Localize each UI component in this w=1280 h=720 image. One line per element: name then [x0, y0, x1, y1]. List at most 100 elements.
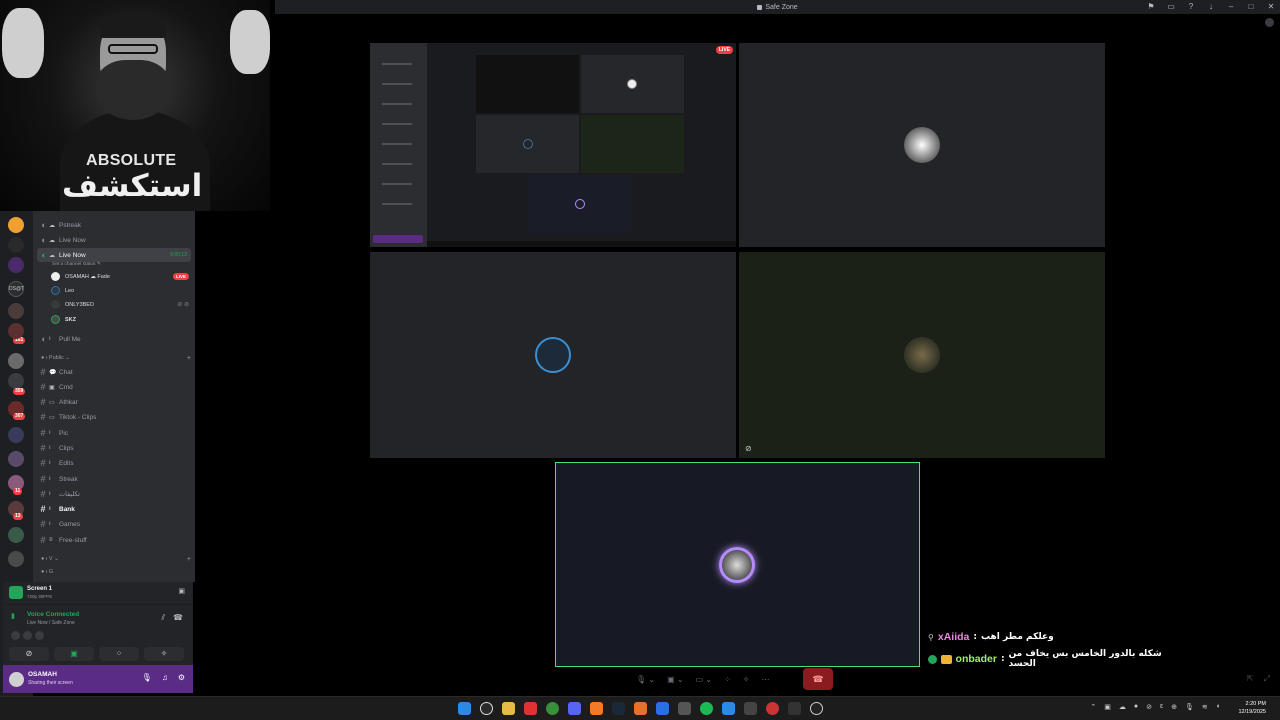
- more-icon[interactable]: ⋯: [761, 675, 769, 684]
- media-app-icon[interactable]: [524, 702, 537, 715]
- tray-app-icon[interactable]: ▣: [1104, 703, 1111, 711]
- app-icon[interactable]: [744, 702, 757, 715]
- spotify-icon[interactable]: [700, 702, 713, 715]
- app-icon[interactable]: [656, 702, 669, 715]
- soundboard-icon[interactable]: ✧: [743, 675, 750, 684]
- mic-icon[interactable]: 🎙: [142, 673, 152, 682]
- text-channel[interactable]: # ı Pic: [37, 426, 191, 440]
- screen-share-icon[interactable]: ▭ ⌄: [696, 675, 712, 684]
- voice-channel-live-now-1[interactable]: ◖ ☁ Live Now: [37, 233, 191, 247]
- voice-status[interactable]: Voice Connected: [27, 611, 79, 618]
- participant-tile[interactable]: [739, 43, 1105, 247]
- category-g[interactable]: ● ı G: [41, 569, 191, 575]
- tray-app-icon[interactable]: ☁: [1119, 703, 1126, 711]
- noise-suppression-icon[interactable]: ⫽: [161, 613, 165, 623]
- voice-channel-pull-me[interactable]: ◖ ı Pull Me: [37, 332, 191, 346]
- app-icon[interactable]: [788, 702, 801, 715]
- add-channel-icon[interactable]: +: [187, 355, 191, 362]
- text-channel[interactable]: # ▣ Cmd: [37, 380, 191, 394]
- download-icon[interactable]: ↓: [1206, 0, 1216, 14]
- voice-member[interactable]: SKZ: [51, 313, 189, 326]
- app-icon[interactable]: [722, 702, 735, 715]
- app-icon[interactable]: [810, 702, 823, 715]
- app-icon[interactable]: [590, 702, 603, 715]
- channel-status-prompt[interactable]: Set a channel status ✎: [52, 262, 101, 267]
- voice-member[interactable]: ONLY3BED ⊘ ⊘: [51, 298, 189, 311]
- minimize-icon[interactable]: –: [1226, 0, 1236, 14]
- search-icon[interactable]: [480, 702, 493, 715]
- discord-icon[interactable]: [568, 702, 581, 715]
- activity-icon[interactable]: [1265, 18, 1274, 27]
- chrome-icon[interactable]: [546, 702, 559, 715]
- server-icon-3[interactable]: [8, 257, 24, 273]
- text-channel[interactable]: # ▭ Tiktok - Clips: [37, 410, 191, 424]
- screen-settings-icon[interactable]: ▣: [178, 587, 185, 595]
- voice-location[interactable]: Live Now / Safe Zone: [27, 620, 75, 626]
- server-icon-1[interactable]: [8, 217, 24, 233]
- camera-off-button[interactable]: ⊘: [9, 647, 49, 661]
- volume-icon[interactable]: ◖: [1216, 703, 1220, 711]
- text-channel[interactable]: # 💬 Chat: [37, 365, 191, 379]
- server-icon-dsat[interactable]: DS@T: [8, 281, 24, 297]
- flag-icon[interactable]: ⚑: [1146, 0, 1156, 14]
- stream-tile-osamah[interactable]: LIVE: [370, 43, 736, 247]
- mic-icon[interactable]: 🎙: [1185, 703, 1194, 711]
- popout-icon[interactable]: ⇱: [1247, 674, 1254, 684]
- text-channel[interactable]: # ı تكليفات: [37, 487, 191, 501]
- windows-start-icon[interactable]: [458, 702, 471, 715]
- tray-app-icon[interactable]: ●: [1134, 703, 1138, 711]
- text-channel[interactable]: # ı Bank: [37, 502, 191, 516]
- gear-icon[interactable]: ⚙: [178, 673, 185, 682]
- network-icon[interactable]: ≋: [1202, 703, 1208, 711]
- tray-app-icon[interactable]: ⊘: [1146, 703, 1152, 711]
- system-clock[interactable]: 2:20 PM 12/19/2025: [1238, 700, 1266, 716]
- tray-app-icon[interactable]: ⊕: [1171, 703, 1177, 711]
- text-channel[interactable]: # ı Edits: [37, 456, 191, 470]
- disconnect-icon[interactable]: ☎: [173, 613, 183, 623]
- camera-icon[interactable]: ▣ ⌄: [667, 675, 683, 684]
- text-channel[interactable]: # ı Streak: [37, 472, 191, 486]
- server-icon-6[interactable]: [8, 323, 24, 339]
- text-channel[interactable]: # ı Clips: [37, 441, 191, 455]
- voice-member[interactable]: OSAMAH ☁ Fade LIVE: [51, 270, 189, 283]
- server-icon-5[interactable]: [8, 303, 24, 319]
- voice-member[interactable]: Leo: [51, 284, 189, 297]
- server-icon-10[interactable]: [8, 427, 24, 443]
- calculator-icon[interactable]: [678, 702, 691, 715]
- server-icon-2[interactable]: [8, 237, 24, 253]
- activities-button[interactable]: ⁘: [99, 647, 139, 661]
- server-icon-7[interactable]: [8, 353, 24, 369]
- fullscreen-icon[interactable]: ⤢: [1264, 674, 1270, 684]
- close-icon[interactable]: ✕: [1266, 0, 1276, 14]
- headphones-icon[interactable]: ♫: [162, 673, 168, 682]
- tray-app-icon[interactable]: ε: [1160, 703, 1163, 711]
- help-icon[interactable]: ?: [1186, 0, 1196, 14]
- text-channel[interactable]: # ≡ Free-stuff: [37, 533, 191, 547]
- steam-icon[interactable]: [612, 702, 625, 715]
- mic-icon[interactable]: 🎙 ⌄: [636, 675, 655, 684]
- participant-tile[interactable]: ⊘: [739, 252, 1105, 458]
- soundboard-button[interactable]: ✧: [144, 647, 184, 661]
- inbox-icon[interactable]: ▭: [1166, 0, 1176, 14]
- server-icon-11[interactable]: [8, 451, 24, 467]
- text-channel[interactable]: # ▭ Athkar: [37, 395, 191, 409]
- server-icon-15[interactable]: [8, 551, 24, 567]
- chevron-up-icon[interactable]: ⌃: [1090, 703, 1096, 711]
- activities-icon[interactable]: ⁘: [724, 675, 731, 684]
- participant-tile-speaking[interactable]: [555, 462, 920, 667]
- disconnect-button[interactable]: ☎: [803, 668, 833, 690]
- avatar[interactable]: [9, 672, 24, 687]
- category-public[interactable]: ● ı Public ⌄ +: [41, 355, 191, 362]
- app-icon[interactable]: [634, 702, 647, 715]
- maximize-icon[interactable]: □: [1246, 0, 1256, 14]
- signal-icon[interactable]: ▮: [11, 612, 21, 622]
- voice-channel-live-now-2[interactable]: ◖ ☁ Live Now 6:00:12: [37, 248, 191, 262]
- text-channel[interactable]: # ı Games: [37, 517, 191, 531]
- server-icon-8[interactable]: [8, 373, 24, 389]
- add-channel-icon[interactable]: +: [187, 556, 191, 563]
- app-icon[interactable]: [766, 702, 779, 715]
- participant-tile[interactable]: [370, 252, 736, 458]
- category-v[interactable]: ● ı V ⌄ +: [41, 556, 191, 563]
- voice-channel-pstreak[interactable]: ◖ ☁ Pstreak: [37, 218, 191, 232]
- stop-sharing-button[interactable]: ▣: [54, 647, 94, 661]
